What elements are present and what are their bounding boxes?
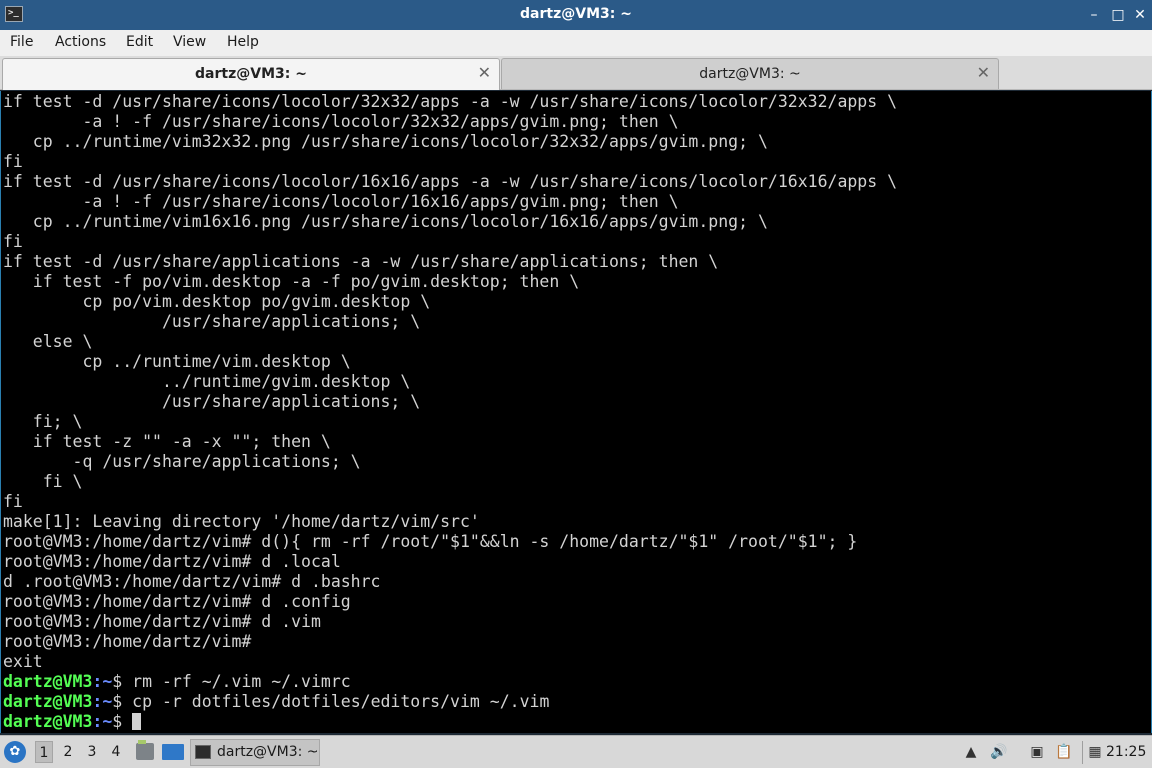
workspace-2[interactable]: 2 — [59, 741, 77, 763]
terminal-line: -a ! -f /usr/share/icons/locolor/32x32/a… — [3, 112, 679, 131]
prompt-path: :~ — [92, 672, 113, 691]
terminal-line: -q /usr/share/applications; \ — [3, 452, 361, 471]
taskbar-window-button[interactable]: dartz@VM3: ~ — [190, 739, 320, 766]
terminal-line: if test -d /usr/share/applications -a -w… — [3, 252, 719, 271]
tab-label: dartz@VM3: ~ — [195, 66, 307, 82]
prompt-command: cp -r dotfiles/dotfiles/editors/vim ~/.v… — [132, 692, 550, 711]
close-button[interactable]: ✕ — [1130, 5, 1150, 25]
terminal-line: fi; \ — [3, 412, 83, 431]
prompt-user: dartz@VM3 — [3, 672, 93, 691]
prompt-command: rm -rf ~/.vim ~/.vimrc — [132, 672, 351, 691]
terminal-line: fi \ — [3, 472, 83, 491]
network-icon[interactable]: ▣ — [1028, 743, 1046, 761]
terminal-line: exit — [3, 652, 43, 671]
prompt-symbol: $ — [112, 672, 133, 691]
workspace-3[interactable]: 3 — [83, 741, 101, 763]
terminal-line: cp ../runtime/vim32x32.png /usr/share/ic… — [3, 132, 768, 151]
terminal-line: make[1]: Leaving directory '/home/dartz/… — [3, 512, 480, 531]
terminal-line: fi — [3, 152, 23, 171]
prompt-path: :~ — [92, 712, 113, 731]
tab-label: dartz@VM3: ~ — [699, 66, 801, 82]
prompt-line: dartz@VM3:~$ rm -rf ~/.vim ~/.vimrc — [3, 672, 897, 692]
terminal-icon — [195, 745, 211, 759]
upload-arrow-icon[interactable]: ▲ — [962, 743, 980, 761]
terminal-line: root@VM3:/home/dartz/vim# d .local — [3, 552, 341, 571]
terminal-view[interactable]: if test -d /usr/share/icons/locolor/32x3… — [0, 91, 1152, 733]
terminal-output: if test -d /usr/share/icons/locolor/32x3… — [3, 92, 897, 732]
menu-help[interactable]: Help — [227, 34, 259, 50]
terminal-line: root@VM3:/home/dartz/vim# — [3, 632, 252, 651]
maximize-button[interactable]: □ — [1108, 5, 1128, 25]
menu-bar: File Actions Edit View Help — [0, 30, 1152, 56]
start-menu-icon[interactable]: ✿ — [4, 741, 26, 763]
volume-icon[interactable]: 🔊 — [990, 743, 1008, 761]
terminal-line: root@VM3:/home/dartz/vim# d .vim — [3, 612, 321, 631]
terminal-line: if test -z "" -a -x ""; then \ — [3, 432, 331, 451]
terminal-line: root@VM3:/home/dartz/vim# d .config — [3, 592, 351, 611]
terminal-line: if test -d /usr/share/icons/locolor/32x3… — [3, 92, 898, 111]
file-manager-icon[interactable] — [136, 740, 154, 760]
menu-file[interactable]: File — [10, 34, 33, 50]
terminal-line: if test -d /usr/share/icons/locolor/16x1… — [3, 172, 898, 191]
prompt-path: :~ — [92, 692, 113, 711]
tab-close-icon[interactable]: ✕ — [977, 63, 990, 82]
window-title: dartz@VM3: ~ — [520, 6, 632, 22]
prompt-user: dartz@VM3 — [3, 692, 93, 711]
clipboard-icon[interactable]: 📋 — [1055, 743, 1073, 761]
terminal-line: -a ! -f /usr/share/icons/locolor/16x16/a… — [3, 192, 679, 211]
terminal-line: fi — [3, 492, 23, 511]
prompt-line: dartz@VM3:~$ cp -r dotfiles/dotfiles/edi… — [3, 692, 897, 712]
text-cursor — [132, 713, 142, 730]
keyboard-layout-icon[interactable]: ▦ — [1086, 743, 1104, 761]
terminal-line: else \ — [3, 332, 93, 351]
prompt-line[interactable]: dartz@VM3:~$ — [3, 712, 897, 732]
tab-terminal-2[interactable]: dartz@VM3: ~ ✕ — [501, 58, 999, 89]
window-titlebar: >_ dartz@VM3: ~ – □ ✕ — [0, 0, 1152, 30]
tab-close-icon[interactable]: ✕ — [478, 63, 491, 82]
terminal-line: root@VM3:/home/dartz/vim# d(){ rm -rf /r… — [3, 532, 858, 551]
prompt-user: dartz@VM3 — [3, 712, 93, 731]
terminal-line: cp ../runtime/vim16x16.png /usr/share/ic… — [3, 212, 768, 231]
menu-view[interactable]: View — [173, 34, 206, 50]
workspace-1[interactable]: 1 — [35, 741, 53, 763]
terminal-line: fi — [3, 232, 23, 251]
terminal-line: /usr/share/applications; \ — [3, 312, 421, 331]
terminal-line: if test -f po/vim.desktop -a -f po/gvim.… — [3, 272, 580, 291]
terminal-line: ../runtime/gvim.desktop \ — [3, 372, 411, 391]
terminal-line: /usr/share/applications; \ — [3, 392, 421, 411]
show-desktop-icon[interactable] — [162, 744, 184, 760]
taskbar-window-label: dartz@VM3: ~ — [217, 744, 319, 760]
clock[interactable]: 21:25 — [1106, 744, 1146, 760]
tab-bar: dartz@VM3: ~ ✕ dartz@VM3: ~ ✕ — [0, 56, 1152, 90]
terminal-line: cp ../runtime/vim.desktop \ — [3, 352, 351, 371]
minimize-button[interactable]: – — [1084, 5, 1104, 25]
workspace-4[interactable]: 4 — [107, 741, 125, 763]
menu-edit[interactable]: Edit — [126, 34, 153, 50]
tab-terminal-1[interactable]: dartz@VM3: ~ ✕ — [2, 58, 500, 90]
tray-separator — [1082, 741, 1083, 764]
prompt-symbol: $ — [112, 712, 133, 731]
terminal-line: cp po/vim.desktop po/gvim.desktop \ — [3, 292, 431, 311]
prompt-symbol: $ — [112, 692, 133, 711]
taskbar: ✿ 1 2 3 4 dartz@VM3: ~ ▲ 🔊 ▣ 📋 ▦ 21:25 — [0, 735, 1152, 768]
terminal-line: d .root@VM3:/home/dartz/vim# d .bashrc — [3, 572, 381, 591]
menu-actions[interactable]: Actions — [55, 34, 106, 50]
